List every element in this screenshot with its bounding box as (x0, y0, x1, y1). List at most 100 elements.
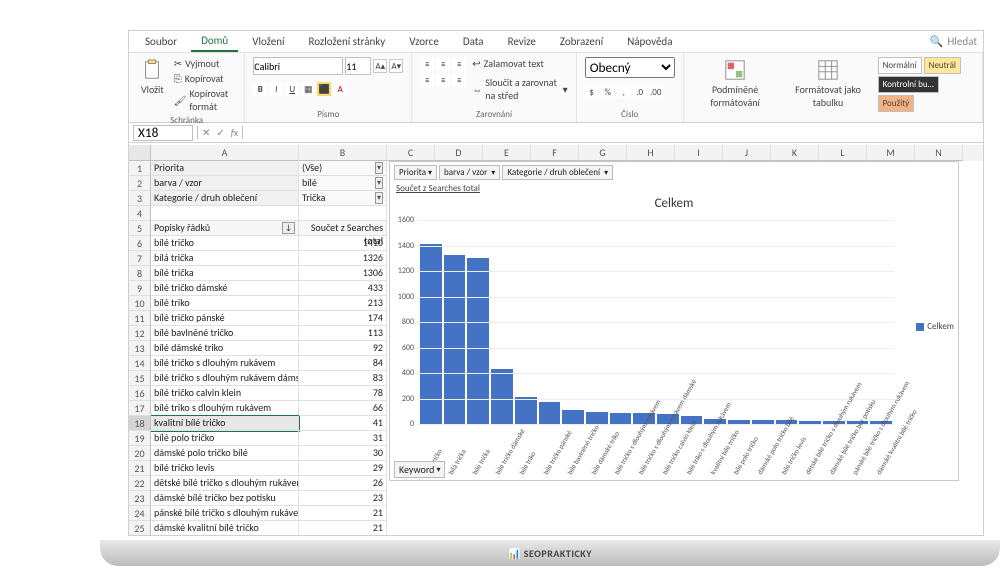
comma-icon[interactable]: , (617, 85, 631, 99)
cell[interactable]: Priorita (151, 161, 299, 176)
cell[interactable]: bílé tričko calvin klein (151, 386, 299, 401)
row-header[interactable]: 4 (129, 206, 151, 221)
currency-icon[interactable]: $ (585, 85, 599, 99)
cell[interactable]: dámské bílé tričko bez potisku (151, 491, 299, 506)
cell[interactable]: bílé tričko s dlouhým rukávem (151, 356, 299, 371)
row-header[interactable]: 6 (129, 236, 151, 251)
cell[interactable]: 30 (299, 446, 387, 461)
cell[interactable]: barva / vzor (151, 176, 299, 191)
table-row[interactable]: bílé tričko s dlouhým rukávem dámské83 (151, 371, 387, 386)
chart-filter-kategorie[interactable]: Kategorie / druh oblečení (502, 165, 613, 180)
cell[interactable] (299, 206, 387, 221)
row-header[interactable]: 20 (129, 446, 151, 461)
cell[interactable]: 213 (299, 296, 387, 311)
bold-button[interactable]: B (253, 82, 267, 96)
col-header[interactable]: N (915, 145, 963, 161)
row-header[interactable]: 19 (129, 431, 151, 446)
row-header[interactable]: 8 (129, 266, 151, 281)
table-row[interactable]: bílé dámské triko92 (151, 341, 387, 356)
col-header[interactable]: J (723, 145, 771, 161)
confirm-icon[interactable]: ✓ (216, 126, 224, 139)
tab-data[interactable]: Data (453, 32, 494, 51)
cell[interactable]: 1410 (299, 236, 387, 251)
table-row[interactable]: bílé polo tričko31 (151, 431, 387, 446)
cell[interactable] (151, 206, 299, 221)
cell-styles-gallery[interactable]: Normální Neutrál Kontrolní bu… Použitý (878, 57, 974, 112)
col-header[interactable]: G (579, 145, 627, 161)
format-as-table-button[interactable]: Formátovat jako tabulku (784, 57, 871, 111)
formula-input[interactable] (243, 125, 983, 141)
cell[interactable]: bílé (299, 176, 387, 191)
cancel-icon[interactable]: ✕ (202, 126, 210, 139)
cell[interactable]: bílé tričko (151, 236, 299, 251)
increase-font-icon[interactable]: A▴ (373, 59, 387, 73)
merge-center-button[interactable]: ⇔ Sloučit a zarovnat na střed ▾ (472, 76, 567, 102)
wrap-text-button[interactable]: ↩ Zalamovat text (472, 57, 567, 70)
row-header[interactable]: 22 (129, 476, 151, 491)
underline-button[interactable]: U (285, 82, 299, 96)
cell[interactable]: bílé dámské triko (151, 341, 299, 356)
align-top-icon[interactable]: ≡ (420, 57, 434, 71)
table-row[interactable]: bílé tričko calvin klein78 (151, 386, 387, 401)
cell[interactable]: 78 (299, 386, 387, 401)
grid-body[interactable]: Priorita(Vše)barva / vzorbíléKategorie /… (151, 161, 983, 535)
fill-color-button[interactable]: ⬛ (317, 82, 331, 96)
cell[interactable]: 31 (299, 431, 387, 446)
table-row[interactable]: bílé bavlněné tričko113 (151, 326, 387, 341)
style-neutral[interactable]: Neutrál (924, 57, 961, 74)
conditional-format-button[interactable]: Podmíněné formátování (692, 57, 779, 111)
cell[interactable]: 41 (299, 416, 387, 431)
align-right-icon[interactable]: ≡ (452, 73, 466, 87)
col-header[interactable]: L (819, 145, 867, 161)
chart-axis-field[interactable]: Keyword (394, 461, 445, 478)
table-row[interactable]: bílé tričko levis29 (151, 461, 387, 476)
fx-icon[interactable]: fx (231, 126, 238, 139)
row-header[interactable]: 12 (129, 326, 151, 341)
align-left-icon[interactable]: ≡ (420, 73, 434, 87)
row-header[interactable]: 7 (129, 251, 151, 266)
col-header[interactable]: K (771, 145, 819, 161)
cell[interactable]: Součet z Searches total (299, 221, 387, 236)
cell[interactable]: bílé triko (151, 296, 299, 311)
table-row[interactable]: Kategorie / druh oblečeníTrička (151, 191, 387, 206)
table-row[interactable]: dámské polo tričko bílé30 (151, 446, 387, 461)
name-box[interactable] (133, 125, 193, 141)
row-header[interactable]: 1 (129, 161, 151, 176)
row-header[interactable]: 2 (129, 176, 151, 191)
col-header[interactable]: B (299, 145, 387, 161)
table-row[interactable]: bílé tričko1410 (151, 236, 387, 251)
row-header[interactable]: 15 (129, 371, 151, 386)
table-row[interactable]: bílé tričko dámské433 (151, 281, 387, 296)
cell[interactable]: bílé tričko dámské (151, 281, 299, 296)
tab-napoveda[interactable]: Nápověda (617, 32, 682, 51)
tell-me-search[interactable]: 🔍 Hledat (930, 35, 977, 48)
table-row[interactable]: pánské bílé tričko s dlouhým rukávem21 (151, 506, 387, 521)
col-header[interactable]: I (675, 145, 723, 161)
cell[interactable]: (Vše) (299, 161, 387, 176)
number-format-select[interactable]: Obecný (585, 57, 675, 78)
copy-button[interactable]: ⎘Kopírovat (174, 72, 237, 85)
align-mid-icon[interactable]: ≡ (436, 57, 450, 71)
row-header[interactable]: 18 (129, 416, 151, 431)
row-header[interactable]: 11 (129, 311, 151, 326)
col-header[interactable]: D (435, 145, 483, 161)
font-name-select[interactable] (253, 57, 343, 75)
cell[interactable]: Popisky řádků (151, 221, 299, 236)
border-button[interactable]: ▦ (301, 82, 315, 96)
cell[interactable]: kvalitní bílé tričko (151, 416, 299, 431)
italic-button[interactable]: I (269, 82, 283, 96)
row-header[interactable]: 21 (129, 461, 151, 476)
col-header[interactable]: A (151, 145, 299, 161)
table-row[interactable] (151, 206, 387, 221)
row-header[interactable]: 10 (129, 296, 151, 311)
cell[interactable]: 433 (299, 281, 387, 296)
col-header[interactable]: F (531, 145, 579, 161)
row-header[interactable]: 17 (129, 401, 151, 416)
cut-button[interactable]: ✂Vyjmout (174, 57, 237, 70)
col-header[interactable]: H (627, 145, 675, 161)
cell[interactable]: bílé bavlněné tričko (151, 326, 299, 341)
cell[interactable]: 23 (299, 491, 387, 506)
tab-revize[interactable]: Revize (498, 32, 546, 51)
cell[interactable]: 29 (299, 461, 387, 476)
tab-zobrazeni[interactable]: Zobrazení (550, 32, 613, 51)
